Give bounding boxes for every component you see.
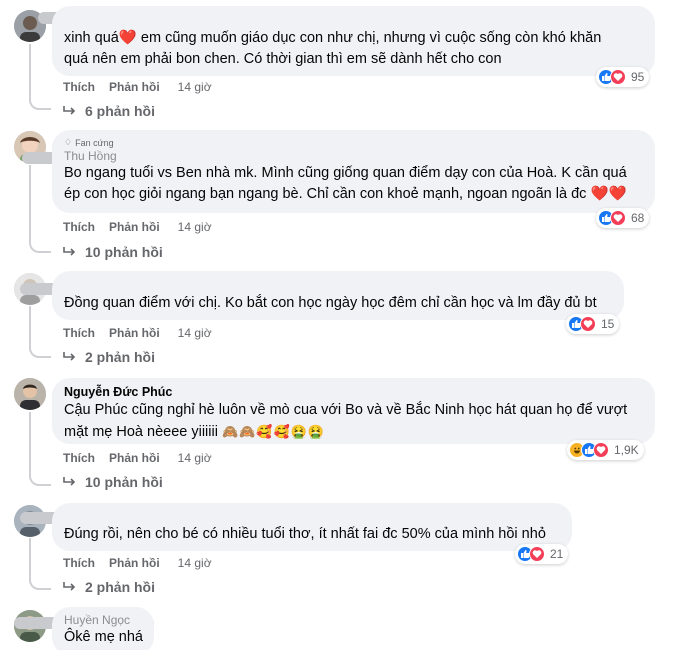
view-replies-button[interactable]: 2 phản hồi xyxy=(63,348,155,366)
comment-text: Bo ngang tuổi vs Ben nhà mk. Mình cũng g… xyxy=(64,165,627,181)
comment-text: xinh quá❤️ em cũng muốn giáo dục con như… xyxy=(64,30,602,46)
replies-count-label: 6 phản hồi xyxy=(85,103,155,119)
reply-arrow-icon xyxy=(63,477,76,486)
comment-text: ép con học giỏi ngang bạn ngang bè. Chỉ … xyxy=(64,186,627,202)
replies-count-label: 10 phản hồi xyxy=(85,244,163,260)
comment-bubble: Đồng quan điểm với chị. Ko bắt con học n… xyxy=(52,271,624,320)
reaction-count: 15 xyxy=(601,317,615,331)
author-name[interactable]: Thu Hồng xyxy=(64,149,643,163)
avatar[interactable] xyxy=(14,378,46,410)
thread-curve xyxy=(29,346,51,358)
author-name[interactable]: Nguyễn Đức Phúc xyxy=(64,384,643,400)
comment-bubble: xinh quá❤️ em cũng muốn giáo dục con như… xyxy=(52,6,655,76)
comment-text: Đúng rồi, nên cho bé có nhiều tuổi thơ, … xyxy=(64,526,546,542)
like-button[interactable]: Thích xyxy=(63,220,95,234)
like-button[interactable]: Thích xyxy=(63,80,95,94)
like-button[interactable]: Thích xyxy=(63,326,95,340)
view-replies-button[interactable]: 10 phản hồi xyxy=(63,473,163,491)
love-icon xyxy=(610,210,626,226)
comment-text: quá nên em phải bon chen. Có thời gian t… xyxy=(64,51,502,67)
reply-button[interactable]: Phản hồi xyxy=(109,556,160,570)
thread-curve xyxy=(29,241,51,253)
comment-bubble: Đúng rồi, nên cho bé có nhiều tuổi thơ, … xyxy=(52,503,572,551)
reply-button[interactable]: Phản hồi xyxy=(109,80,160,94)
reply-button[interactable]: Phản hồi xyxy=(109,326,160,340)
replies-count-label: 2 phản hồi xyxy=(85,349,155,365)
fan-badge: ♢ Fan cứng xyxy=(64,136,643,149)
love-icon xyxy=(593,442,609,458)
reaction-count: 21 xyxy=(550,547,564,561)
replies-count-label: 10 phản hồi xyxy=(85,474,163,490)
timestamp[interactable]: 14 giờ xyxy=(178,220,212,234)
author-name[interactable]: Huyền Ngọc xyxy=(64,613,142,627)
reaction-count: 68 xyxy=(631,211,645,225)
comment-text: Cậu Phúc cũng nghỉ hè luôn về mò cua với… xyxy=(64,402,628,418)
comment-actions: Thích Phản hồi 14 giờ xyxy=(63,555,212,571)
thread-line xyxy=(29,44,31,98)
thread-curve xyxy=(29,98,51,110)
thread-line xyxy=(29,306,31,346)
reply-button[interactable]: Phản hồi xyxy=(109,451,160,465)
thread-line xyxy=(29,412,31,474)
reply-arrow-icon xyxy=(63,352,76,361)
emoji-sequence: 🙈🙈🥰🥰🤮🤮 xyxy=(221,424,326,439)
love-icon xyxy=(610,69,626,85)
love-icon xyxy=(580,316,596,332)
timestamp[interactable]: 14 giờ xyxy=(178,556,212,570)
comment-actions: Thích Phản hồi 14 giờ xyxy=(63,450,212,466)
reaction-count: 95 xyxy=(631,70,645,84)
reaction-summary[interactable]: 95 xyxy=(596,67,650,87)
comment-text: Ôkê mẹ nhá xyxy=(64,629,143,645)
thread-curve xyxy=(29,474,51,486)
view-replies-button[interactable]: 10 phản hồi xyxy=(63,243,163,261)
reaction-summary[interactable]: 68 xyxy=(596,208,650,228)
love-icon xyxy=(529,546,545,562)
comment-text: mặt mẹ Hoà nèeee yiiiiii 🙈🙈🥰🥰🤮🤮 xyxy=(64,424,326,440)
badge-label: Fan cứng xyxy=(75,137,114,148)
replies-count-label: 2 phản hồi xyxy=(85,579,155,595)
reply-arrow-icon xyxy=(63,247,76,256)
diamond-icon: ♢ xyxy=(64,137,73,147)
view-replies-button[interactable]: 2 phản hồi xyxy=(63,578,155,596)
comment-bubble: Huyền Ngọc Ôkê mẹ nhá xyxy=(52,607,154,650)
reaction-summary[interactable]: 21 xyxy=(515,544,569,564)
like-button[interactable]: Thích xyxy=(63,556,95,570)
reaction-count: 1,9K xyxy=(614,443,639,457)
thread-curve xyxy=(29,578,51,590)
timestamp[interactable]: 14 giờ xyxy=(178,80,212,94)
view-replies-button[interactable]: 6 phản hồi xyxy=(63,102,155,120)
reply-arrow-icon xyxy=(63,582,76,591)
heart-emoji: ❤️ xyxy=(118,30,137,46)
reply-button[interactable]: Phản hồi xyxy=(109,220,160,234)
reaction-summary[interactable]: 1,9K xyxy=(567,440,644,460)
thread-line xyxy=(29,538,31,578)
comment-bubble: ♢ Fan cứng Thu Hồng Bo ngang tuổi vs Ben… xyxy=(52,130,655,213)
reaction-summary[interactable]: 15 xyxy=(566,314,620,334)
heart-emoji: ❤️❤️ xyxy=(590,186,627,202)
comment-actions: Thích Phản hồi 14 giờ xyxy=(63,79,212,95)
comment-actions: Thích Phản hồi 14 giờ xyxy=(63,325,212,341)
reply-arrow-icon xyxy=(63,106,76,115)
timestamp[interactable]: 14 giờ xyxy=(178,451,212,465)
thread-line xyxy=(29,165,31,241)
timestamp[interactable]: 14 giờ xyxy=(178,326,212,340)
like-button[interactable]: Thích xyxy=(63,451,95,465)
comment-bubble: Nguyễn Đức Phúc Cậu Phúc cũng nghỉ hè lu… xyxy=(52,378,655,444)
comment-actions: Thích Phản hồi 14 giờ xyxy=(63,219,212,235)
comment-text: Đồng quan điểm với chị. Ko bắt con học n… xyxy=(64,295,597,311)
